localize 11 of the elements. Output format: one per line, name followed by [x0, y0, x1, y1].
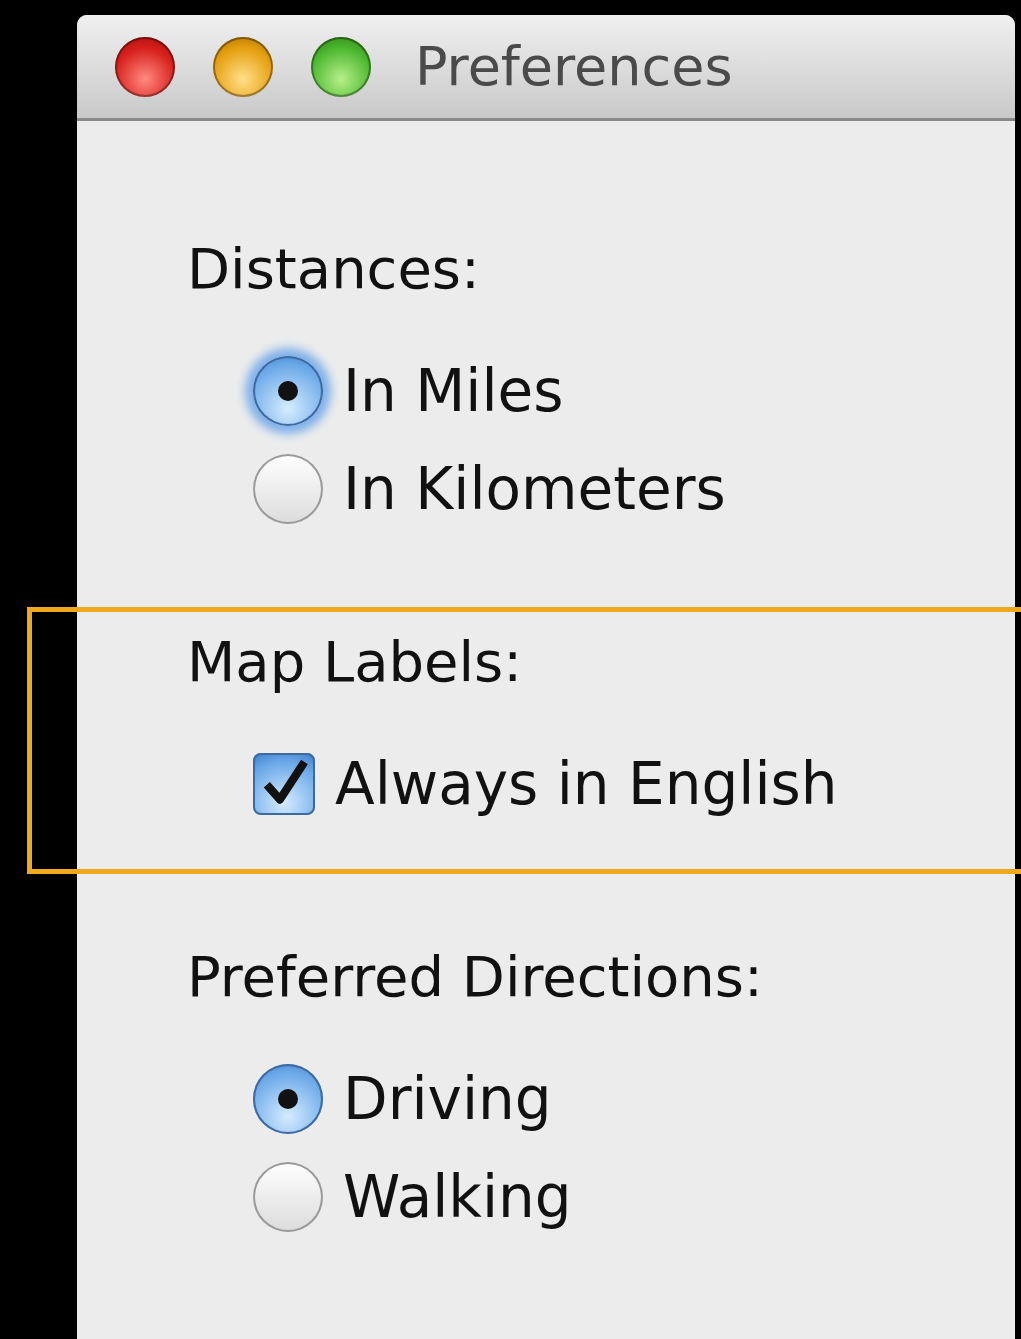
section-heading: Map Labels: [187, 630, 524, 694]
option-label[interactable]: Driving [343, 1065, 552, 1133]
option-label[interactable]: Always in English [335, 750, 838, 818]
option-label[interactable]: In Kilometers [343, 455, 726, 523]
option-label[interactable]: In Miles [343, 357, 564, 425]
checkbox[interactable] [253, 753, 315, 815]
window-title: Preferences [415, 35, 733, 98]
section-heading: Preferred Directions: [187, 945, 764, 1009]
radio-button[interactable] [253, 356, 323, 426]
option-label[interactable]: Walking [343, 1163, 572, 1231]
section-heading: Distances: [187, 237, 481, 301]
